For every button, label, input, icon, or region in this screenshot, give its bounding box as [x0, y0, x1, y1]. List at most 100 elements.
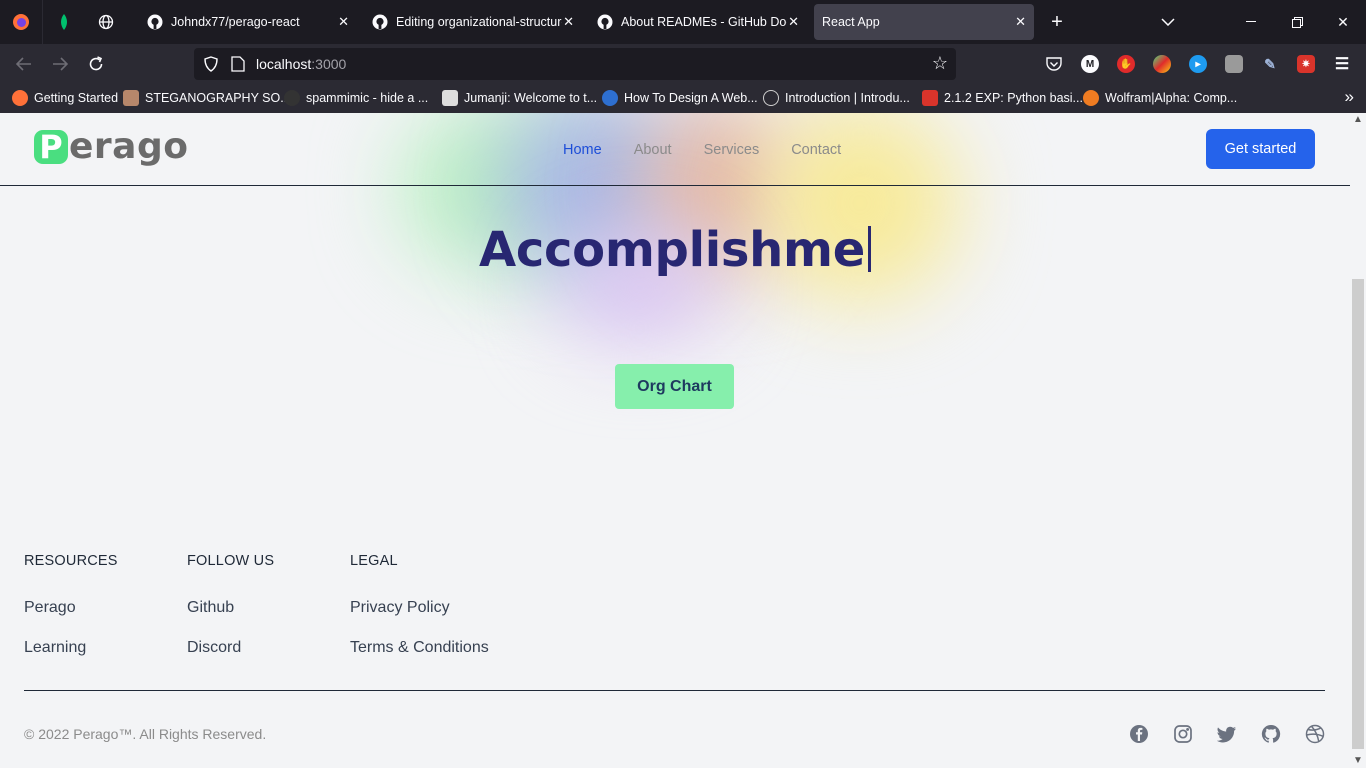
bookmark-item[interactable]: Jumanji: Welcome to t...: [442, 90, 597, 106]
address-bar[interactable]: localhost:3000 ☆: [194, 48, 956, 80]
typing-cursor: [868, 226, 872, 272]
tab-title: About READMEs - GitHub Docs: [621, 15, 787, 29]
url-host: localhost: [256, 56, 312, 72]
more-bookmarks-chevron-icon[interactable]: »: [1345, 87, 1354, 107]
firefox-menu-icon[interactable]: [0, 0, 42, 44]
pinned-tab-leaf-icon[interactable]: [43, 0, 85, 44]
tracking-shield-icon[interactable]: [203, 56, 219, 72]
tab-title: React App: [822, 15, 880, 29]
github-icon: [372, 14, 388, 30]
bookmark-item[interactable]: 2.1.2 EXP: Python basi...: [922, 90, 1083, 106]
extension-red-icon[interactable]: ✷: [1297, 55, 1315, 73]
page-scrollbar[interactable]: ▲ ▼: [1350, 113, 1366, 768]
bookmark-favicon-icon: [442, 90, 458, 106]
scroll-down-arrow-icon[interactable]: ▼: [1353, 755, 1363, 766]
copyright-text: © 2022 Perago™. All Rights Reserved.: [24, 726, 267, 742]
bookmark-favicon-icon: [763, 90, 779, 106]
extension-gray-icon[interactable]: [1225, 55, 1243, 73]
pinned-tab-globe-icon[interactable]: [85, 0, 127, 44]
bookmark-label: spammimic - hide a ...: [306, 91, 429, 105]
twitter-icon[interactable]: [1217, 724, 1237, 744]
footer-heading: FOLLOW US: [187, 553, 275, 569]
footer-link-perago[interactable]: Perago: [24, 599, 76, 617]
bookmark-favicon-icon: [12, 90, 28, 106]
tab-about-readmes[interactable]: About READMEs - GitHub Docs ✕: [589, 4, 807, 40]
bookmark-favicon-icon: [123, 90, 139, 106]
extension-hand-icon[interactable]: ✋: [1117, 55, 1135, 73]
bookmark-star-icon[interactable]: ☆: [932, 53, 948, 74]
bookmark-label: How To Design A Web...: [624, 91, 758, 105]
hero-title-text: Accomplishme: [478, 222, 866, 278]
footer-link-discord[interactable]: Discord: [187, 639, 241, 657]
footer-column-resources: RESOURCES Perago Learning: [24, 553, 118, 656]
hamburger-menu-icon[interactable]: ☰: [1333, 55, 1351, 73]
perago-logo[interactable]: P erago: [34, 129, 188, 165]
new-tab-plus-icon[interactable]: +: [1034, 0, 1080, 44]
back-arrow-icon[interactable]: [12, 52, 36, 76]
bookmark-label: Jumanji: Welcome to t...: [464, 91, 598, 105]
dribbble-icon[interactable]: [1305, 724, 1325, 744]
footer-link-github[interactable]: Github: [187, 599, 234, 617]
reload-icon[interactable]: [84, 52, 108, 76]
navigation-toolbar: localhost:3000 ☆ M ✋ ▸ ✎ ✷ ☰: [0, 44, 1366, 84]
facebook-icon[interactable]: [1129, 724, 1149, 744]
tab-close-icon[interactable]: ✕: [1015, 14, 1026, 30]
github-icon[interactable]: [1261, 724, 1281, 744]
browser-window: Johndx77/perago-react ✕ Editing organiza…: [0, 0, 1366, 768]
bookmark-item[interactable]: Introduction | Introdu...: [763, 90, 910, 106]
site-header: P erago Home About Services Contact Get …: [0, 113, 1350, 186]
nav-link-about[interactable]: About: [634, 142, 672, 158]
bookmark-item[interactable]: STEGANOGRAPHY SO...: [123, 90, 291, 106]
footer-link-privacy-policy[interactable]: Privacy Policy: [350, 599, 450, 617]
extension-color-icon[interactable]: [1153, 55, 1171, 73]
list-all-tabs-chevron-icon[interactable]: [1145, 0, 1191, 44]
page-info-icon[interactable]: [231, 56, 245, 72]
page-viewport: P erago Home About Services Contact Get …: [0, 113, 1366, 768]
github-icon: [597, 14, 613, 30]
minimize-icon[interactable]: [1228, 0, 1274, 44]
restore-icon[interactable]: [1274, 0, 1320, 44]
bookmark-favicon-icon: [602, 90, 618, 106]
instagram-icon[interactable]: [1173, 724, 1193, 744]
footer-heading: RESOURCES: [24, 553, 118, 569]
tab-close-icon[interactable]: ✕: [338, 14, 349, 30]
bookmark-item[interactable]: How To Design A Web...: [602, 90, 758, 106]
footer-divider: [24, 690, 1325, 691]
bookmark-item[interactable]: spammimic - hide a ...: [284, 90, 428, 106]
org-chart-button[interactable]: Org Chart: [615, 364, 734, 409]
tab-perago-react[interactable]: Johndx77/perago-react ✕: [139, 4, 357, 40]
tab-close-icon[interactable]: ✕: [563, 14, 574, 30]
bookmark-item[interactable]: Getting Started: [12, 90, 118, 106]
bookmark-favicon-icon: [922, 90, 938, 106]
bookmark-label: Wolfram|Alpha: Comp...: [1105, 91, 1238, 105]
extension-m-icon[interactable]: M: [1081, 55, 1099, 73]
bookmarks-toolbar: Getting Started STEGANOGRAPHY SO... spam…: [0, 84, 1366, 113]
nav-link-home[interactable]: Home: [563, 142, 602, 158]
tab-title: Johndx77/perago-react: [171, 15, 300, 29]
pocket-icon[interactable]: [1045, 55, 1063, 73]
bookmark-item[interactable]: Wolfram|Alpha: Comp...: [1083, 90, 1237, 106]
hero-title: Accomplishme: [0, 222, 1350, 278]
tab-close-icon[interactable]: ✕: [788, 14, 799, 30]
logo-mark: P: [34, 130, 68, 164]
scroll-up-arrow-icon[interactable]: ▲: [1353, 114, 1363, 125]
url-text[interactable]: localhost:3000: [256, 56, 346, 72]
url-port: :3000: [311, 56, 347, 72]
nav-link-services[interactable]: Services: [704, 142, 760, 158]
forward-arrow-icon[interactable]: [48, 52, 72, 76]
tab-editing-org-structure[interactable]: Editing organizational-structure ✕: [364, 4, 582, 40]
footer-link-learning[interactable]: Learning: [24, 639, 86, 657]
nav-link-contact[interactable]: Contact: [791, 142, 841, 158]
tab-react-app[interactable]: React App ✕: [814, 4, 1034, 40]
extension-play-icon[interactable]: ▸: [1189, 55, 1207, 73]
get-started-button[interactable]: Get started: [1206, 129, 1315, 169]
extension-pen-icon[interactable]: ✎: [1261, 55, 1279, 73]
bookmark-label: STEGANOGRAPHY SO...: [145, 91, 291, 105]
footer-link-terms[interactable]: Terms & Conditions: [350, 639, 489, 657]
footer-heading: LEGAL: [350, 553, 398, 569]
bookmark-favicon-icon: [284, 90, 300, 106]
bookmark-label: Getting Started: [34, 91, 119, 105]
scrollbar-thumb[interactable]: [1352, 279, 1364, 749]
logo-text: erago: [69, 126, 189, 167]
close-window-icon[interactable]: ✕: [1320, 0, 1366, 44]
